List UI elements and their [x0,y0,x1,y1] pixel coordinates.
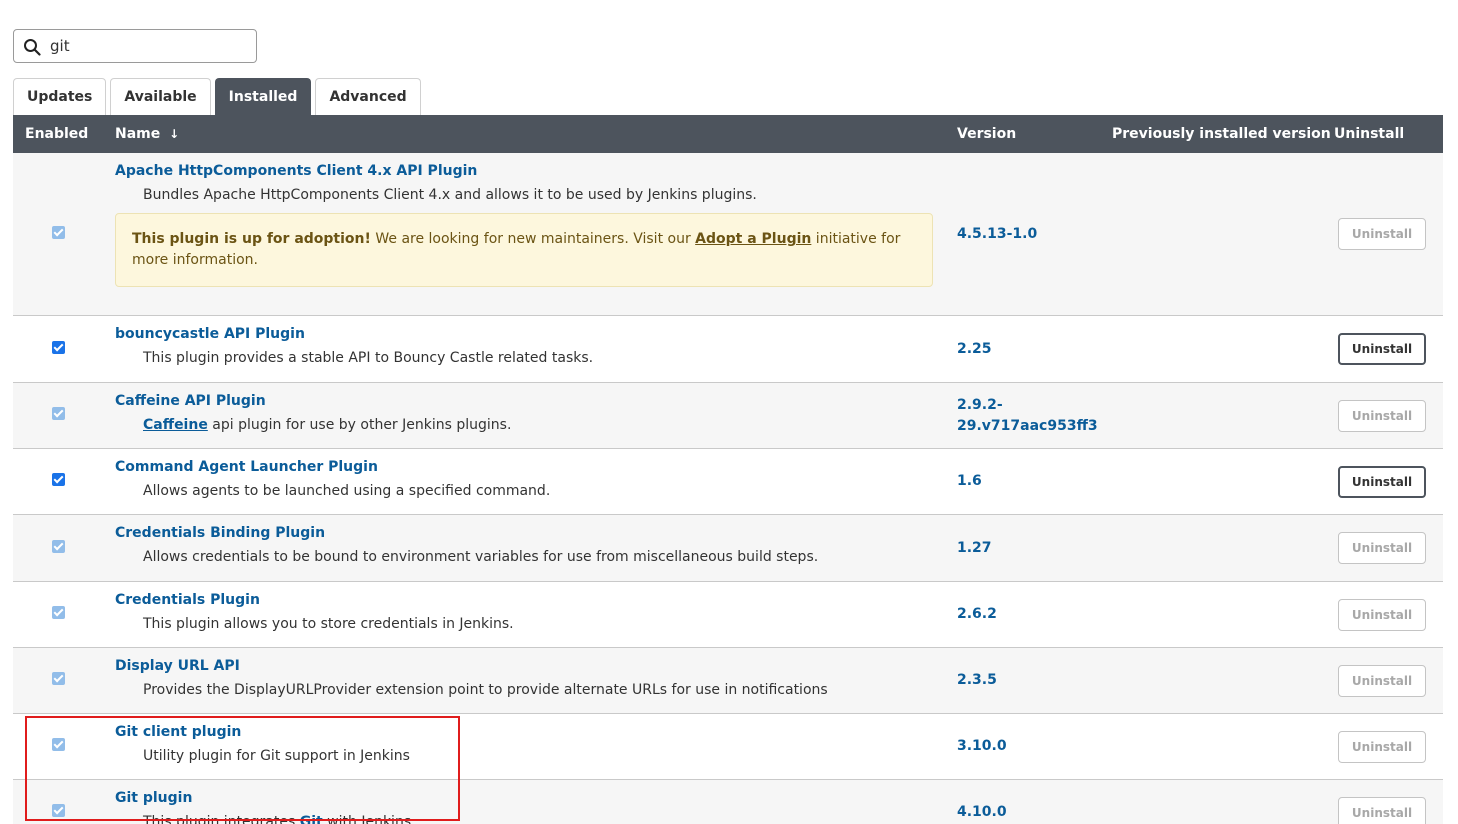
plugin-description-text: This plugin integrates [143,814,300,824]
plugin-description: This plugin integrates Git with Jenkins. [143,814,957,824]
header-previous-version[interactable]: Previously installed version [1112,115,1334,153]
previous-version [1112,582,1334,648]
plugin-version: 2.25 [957,340,992,357]
plugin-name-link[interactable]: Caffeine API Plugin [115,393,957,409]
table-row: Git client plugin Utility plugin for Git… [13,713,1443,780]
plugin-version: 4.5.13-1.0 [957,225,1038,242]
plugin-name-link[interactable]: Apache HttpComponents Client 4.x API Plu… [115,163,957,179]
plugin-name-link[interactable]: Display URL API [115,658,957,674]
search-box[interactable] [13,29,257,63]
uninstall-button[interactable]: Uninstall [1338,730,1426,763]
enabled-checkbox[interactable] [51,672,65,685]
tab-available[interactable]: Available [110,78,211,115]
enabled-checkbox[interactable] [51,407,65,420]
uninstall-button[interactable]: Uninstall [1338,465,1426,498]
plugin-name-link[interactable]: Credentials Plugin [115,592,957,608]
table-row: bouncycastle API Plugin This plugin prov… [13,315,1443,383]
git-link[interactable]: Git [300,814,323,824]
adoption-title: This plugin is up for adoption! [132,231,371,247]
plugin-version-line-2: 29.v717aac953ff3 [957,417,1098,434]
previous-version [1112,449,1334,515]
plugin-version: 1.6 [957,473,982,489]
plugins-table-container: Enabled Name ↓ Version Previously instal… [13,115,1443,824]
table-row: Credentials Binding Plugin Allows creden… [13,514,1443,582]
header-version[interactable]: Version [957,115,1112,153]
header-name[interactable]: Name ↓ [103,115,957,153]
uninstall-button[interactable]: Uninstall [1338,598,1426,631]
table-row: Display URL API Provides the DisplayURLP… [13,647,1443,714]
previous-version [1112,515,1334,582]
enabled-checkbox[interactable] [51,539,65,553]
plugin-description: Provides the DisplayURLProvider extensio… [143,682,828,698]
enabled-checkbox[interactable] [51,606,65,619]
plugin-name-link[interactable]: Command Agent Launcher Plugin [115,459,957,475]
table-row: Apache HttpComponents Client 4.x API Plu… [13,153,1443,316]
table-header-row: Enabled Name ↓ Version Previously instal… [13,115,1443,153]
uninstall-button[interactable]: Uninstall [1338,218,1426,250]
enabled-checkbox[interactable] [51,738,65,751]
plugin-description: Bundles Apache HttpComponents Client 4.x… [143,187,757,203]
enabled-checkbox[interactable] [51,804,65,817]
search-icon [24,39,41,56]
previous-version [1112,780,1334,824]
plugin-version: 4.10.0 [957,804,1007,820]
plugin-description: Allows credentials to be bound to enviro… [143,549,819,565]
plugin-description: Allows agents to be launched using a spe… [143,483,551,499]
uninstall-button[interactable]: Uninstall [1338,796,1426,824]
enabled-checkbox[interactable] [51,473,65,486]
plugin-description: Utility plugin for Git support in Jenkin… [143,748,410,764]
plugin-name-link[interactable]: Git plugin [115,790,957,806]
plugin-version: 2.6.2 [957,606,997,622]
uninstall-button[interactable]: Uninstall [1338,399,1426,432]
header-uninstall: Uninstall [1334,115,1443,153]
plugin-version: 2.3.5 [957,672,997,688]
plugin-description: Caffeine api plugin for use by other Jen… [143,417,957,433]
adoption-text: We are looking for new maintainers. Visi… [370,231,696,247]
plugin-description-text-end: with Jenkins. [322,814,416,824]
caffeine-link[interactable]: Caffeine [143,417,208,433]
plugin-version: 3.10.0 [957,738,1007,754]
previous-version [1112,714,1334,780]
tab-advanced[interactable]: Advanced [315,78,421,115]
previous-version [1112,383,1334,449]
table-row: Command Agent Launcher Plugin Allows age… [13,448,1443,515]
plugins-table: Enabled Name ↓ Version Previously instal… [13,115,1443,824]
header-enabled[interactable]: Enabled [13,115,103,153]
table-row: Git plugin This plugin integrates Git wi… [13,779,1443,824]
adoption-notice: This plugin is up for adoption! We are l… [115,213,933,287]
header-name-label: Name [115,126,161,142]
plugin-name-link[interactable]: Credentials Binding Plugin [115,525,957,541]
previous-version [1112,153,1334,316]
uninstall-button[interactable]: Uninstall [1338,532,1426,564]
plugin-version: 2.9.2- 29.v717aac953ff3 [957,395,1112,437]
tab-updates[interactable]: Updates [13,78,107,115]
previous-version [1112,316,1334,383]
table-row: Caffeine API Plugin Caffeine api plugin … [13,382,1443,449]
plugin-version: 1.27 [957,539,992,556]
plugin-description: This plugin provides a stable API to Bou… [143,350,594,366]
previous-version [1112,648,1334,714]
tab-bar: Updates Available Installed Advanced [13,78,425,115]
tab-installed[interactable]: Installed [214,78,312,115]
adopt-a-plugin-link[interactable]: Adopt a Plugin [695,231,811,247]
uninstall-button[interactable]: Uninstall [1338,664,1426,697]
plugin-description-text: api plugin for use by other Jenkins plug… [207,417,512,433]
search-input[interactable] [50,34,250,58]
plugin-description: This plugin allows you to store credenti… [143,616,514,632]
table-row: Credentials Plugin This plugin allows yo… [13,581,1443,648]
plugin-name-link[interactable]: bouncycastle API Plugin [115,326,957,342]
plugin-version-line-1: 2.9.2- [957,396,1003,413]
enabled-checkbox[interactable] [51,340,65,354]
sort-down-icon: ↓ [169,127,180,141]
enabled-checkbox[interactable] [51,225,65,239]
uninstall-button[interactable]: Uninstall [1338,333,1426,365]
plugin-name-link[interactable]: Git client plugin [115,724,957,740]
